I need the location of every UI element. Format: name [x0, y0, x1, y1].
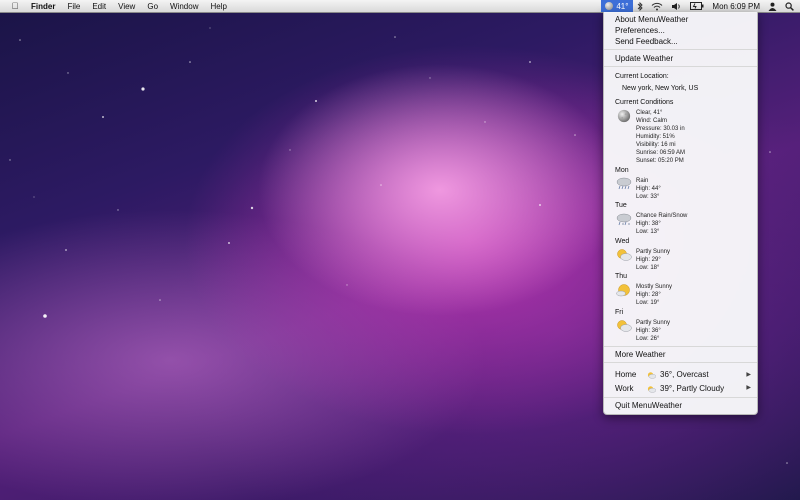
battery-icon[interactable] — [686, 0, 708, 12]
current-humidity: Humidity: 51% — [636, 134, 675, 140]
forecast-day-mon: Mon — [615, 167, 629, 174]
forecast-cond-fri: Partly Sunny — [636, 320, 671, 326]
location-home-summary: 36°, Overcast — [660, 370, 709, 379]
current-conditions-label: Current Conditions — [615, 99, 674, 106]
location-work-name: Work — [615, 384, 634, 393]
rain-cloud-icon — [616, 177, 632, 190]
separator — [604, 397, 757, 398]
forecast-high-tue: High: 38° — [636, 221, 661, 227]
location-work-summary: 39°, Partly Cloudy — [660, 384, 725, 393]
forecast-high-thu: High: 28° — [636, 292, 661, 298]
current-sunset: Sunset: 05:20 PM — [636, 158, 684, 164]
update-weather-item[interactable]: Update Weather — [615, 54, 673, 63]
menu-finder[interactable]: Finder — [31, 2, 55, 11]
forecast-day-fri: Fri — [615, 309, 624, 316]
quit-menuweather-item[interactable]: Quit MenuWeather — [615, 401, 682, 410]
forecast-day-wed: Wed — [615, 238, 630, 245]
forecast-low-tue: Low: 13° — [636, 229, 660, 235]
forecast-low-thu: Low: 19° — [636, 300, 660, 306]
wifi-icon[interactable] — [647, 0, 667, 12]
forecast-low-wed: Low: 18° — [636, 265, 660, 271]
menuweather-dropdown: About MenuWeather Preferences... Send Fe… — [603, 12, 758, 415]
menuweather-status-item[interactable]: 41° — [601, 0, 634, 12]
current-visibility: Visibility: 16 mi — [636, 142, 676, 148]
current-pressure: Pressure: 30.03 in — [636, 126, 685, 132]
menu-file[interactable]: File — [67, 2, 80, 11]
bluetooth-icon[interactable] — [633, 0, 647, 12]
separator — [604, 362, 757, 363]
overcast-icon — [647, 371, 656, 379]
forecast-high-mon: High: 44° — [636, 186, 661, 192]
menu-edit[interactable]: Edit — [92, 2, 106, 11]
menu-go[interactable]: Go — [147, 2, 158, 11]
mostly-sunny-icon — [616, 284, 630, 297]
forecast-cond-wed: Partly Sunny — [636, 249, 671, 255]
preferences-item[interactable]: Preferences... — [615, 26, 665, 35]
separator — [604, 49, 757, 50]
send-feedback-item[interactable]: Send Feedback... — [615, 37, 678, 46]
current-wind: Wind: Calm — [636, 118, 668, 124]
submenu-arrow-icon: ▶ — [746, 385, 751, 391]
volume-icon[interactable] — [667, 0, 686, 12]
submenu-arrow-icon: ▶ — [746, 372, 751, 378]
current-condition: Clear, 41° — [636, 110, 663, 116]
partly-cloudy-icon — [647, 385, 656, 393]
moon-icon — [617, 109, 631, 123]
menu-view[interactable]: View — [118, 2, 135, 11]
current-sunrise: Sunrise: 06:59 AM — [636, 150, 686, 156]
partly-sunny-icon — [617, 249, 632, 261]
forecast-high-fri: High: 36° — [636, 328, 661, 334]
moon-icon — [605, 2, 614, 10]
forecast-high-wed: High: 29° — [636, 257, 661, 263]
separator — [604, 66, 757, 67]
location-home-name: Home — [615, 370, 637, 379]
menu-window[interactable]: Window — [170, 2, 198, 11]
menuweather-temp: 41° — [616, 1, 629, 11]
location-home-item[interactable]: Home 36°, Overcast — [615, 370, 709, 379]
forecast-low-fri: Low: 26° — [636, 336, 660, 342]
partly-sunny-icon — [617, 320, 632, 332]
forecast-cond-mon: Rain — [636, 178, 649, 184]
forecast-day-thu: Thu — [615, 273, 628, 280]
forecast-cond-thu: Mostly Sunny — [636, 284, 673, 290]
location-work-item[interactable]: Work 39°, Partly Cloudy — [615, 384, 724, 393]
spotlight-icon[interactable] — [781, 0, 800, 12]
more-weather-item[interactable]: More Weather — [615, 350, 666, 359]
forecast-low-mon: Low: 33° — [636, 194, 660, 200]
apple-icon[interactable]:  — [9, 1, 21, 11]
current-location-label: Current Location: — [615, 73, 669, 80]
clock[interactable]: Mon 6:09 PM — [708, 0, 764, 12]
separator — [604, 346, 757, 347]
forecast-day-tue: Tue — [615, 202, 627, 209]
rain-snow-cloud-icon — [616, 213, 632, 226]
forecast-cond-tue: Chance Rain/Snow — [636, 213, 688, 219]
current-location-value: New york, New York, US — [622, 85, 699, 92]
user-icon[interactable] — [764, 0, 781, 12]
about-menuweather-item[interactable]: About MenuWeather — [615, 15, 688, 24]
menu-help[interactable]: Help — [210, 2, 226, 11]
